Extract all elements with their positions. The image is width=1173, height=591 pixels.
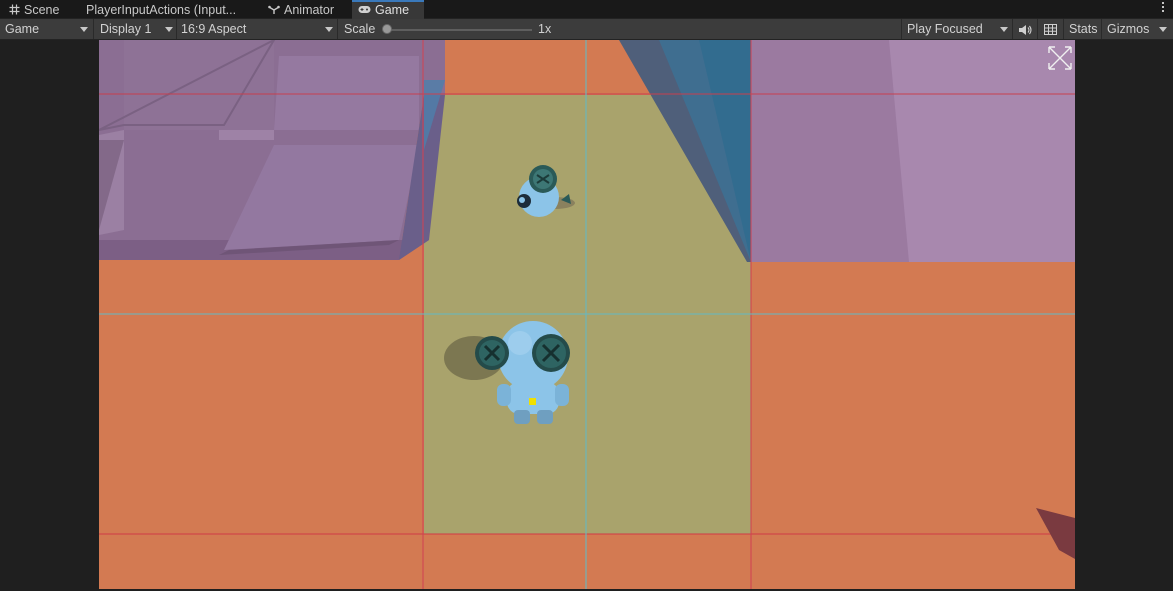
chevron-down-icon (325, 27, 333, 32)
gizmos-label: Gizmos (1107, 22, 1150, 36)
animator-icon (268, 1, 280, 21)
tab-scene[interactable]: Scene (9, 0, 59, 19)
stats-button[interactable]: Stats (1064, 19, 1102, 39)
scale-slider-track[interactable] (387, 29, 532, 31)
view-mode-dropdown[interactable]: Game (0, 19, 94, 39)
play-mode-dropdown[interactable]: Play Focused (901, 19, 1013, 39)
tab-game[interactable]: Game (352, 0, 424, 19)
chevron-down-icon (1159, 27, 1167, 32)
chevron-down-icon (1000, 27, 1008, 32)
chevron-down-icon (165, 27, 173, 32)
scale-slider-handle[interactable] (382, 24, 392, 34)
tab-animator-label: Animator (284, 3, 335, 17)
display-label: Display 1 (100, 22, 152, 36)
play-mode-label: Play Focused (907, 22, 983, 36)
kebab-menu-icon[interactable] (1161, 2, 1165, 14)
tab-player-input-actions-label: PlayerInputActions (Input... (86, 3, 237, 17)
tab-player-input-actions[interactable]: PlayerInputActions (Input... (86, 0, 236, 19)
scale-value: 1x (538, 22, 552, 36)
game-viewport[interactable] (99, 40, 1075, 589)
game-view-panel (0, 40, 1173, 591)
aspect-dropdown[interactable]: 16:9 Aspect (176, 19, 338, 39)
view-mode-label: Game (5, 22, 40, 36)
window-tab-bar: Scene PlayerInputActions (Input... Anima… (0, 0, 1173, 19)
chevron-down-icon (80, 27, 88, 32)
gizmos-dropdown[interactable]: Gizmos (1102, 19, 1173, 39)
gamepad-icon (358, 2, 371, 19)
stats-grid-button[interactable] (1038, 19, 1064, 39)
scale-label: Scale (344, 22, 376, 36)
display-dropdown[interactable]: Display 1 (95, 19, 177, 39)
tab-game-label: Game (375, 3, 410, 17)
mute-audio-button[interactable] (1013, 19, 1038, 39)
grid-icon (9, 1, 20, 21)
grid-icon (1044, 22, 1057, 36)
audio-icon (1018, 22, 1032, 36)
tab-animator[interactable]: Animator (268, 0, 334, 19)
aspect-label: 16:9 Aspect (181, 22, 247, 36)
tab-scene-label: Scene (24, 3, 60, 17)
game-view-toolbar: Game Display 1 16:9 Aspect Scale 1x Play… (0, 19, 1173, 40)
